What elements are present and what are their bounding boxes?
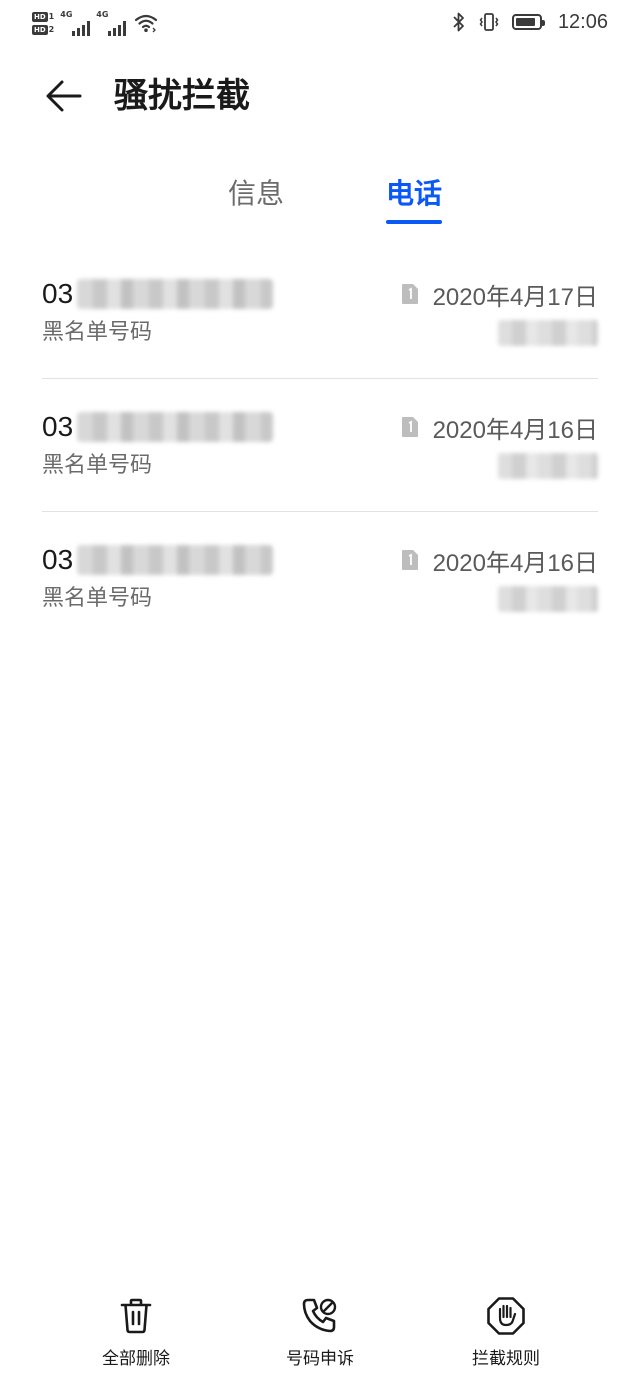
call-date: 2020年4月16日 bbox=[432, 416, 598, 444]
call-type-label: 黑名单号码 bbox=[42, 453, 153, 478]
call-date: 2020年4月17日 bbox=[432, 283, 598, 311]
number-redacted bbox=[77, 545, 274, 575]
sim-1-icon bbox=[401, 549, 419, 571]
delete-all-button[interactable]: 全部删除 bbox=[76, 1296, 196, 1376]
call-time-redacted bbox=[498, 320, 598, 346]
status-bar: HD 1 HD 2 4G 4G 12:06 bbox=[0, 0, 640, 44]
status-time: 12:06 bbox=[557, 10, 608, 33]
number-visible-prefix: 03 bbox=[42, 544, 74, 575]
tab-messages[interactable]: 信息 bbox=[204, 172, 308, 228]
block-rules-label: 拦截规则 bbox=[472, 1349, 540, 1369]
battery-level bbox=[515, 18, 535, 26]
hd-badge-sim2: HD 2 bbox=[32, 24, 54, 35]
call-date: 2020年4月16日 bbox=[432, 549, 598, 577]
hd-sim-number: 2 bbox=[48, 25, 55, 34]
block-rules-button[interactable]: 拦截规则 bbox=[446, 1296, 566, 1376]
network-type-label: 4G bbox=[96, 10, 109, 19]
number-visible-prefix: 03 bbox=[42, 411, 74, 442]
network-sim1: 4G bbox=[60, 10, 91, 36]
call-date-group: 2020年4月16日 bbox=[401, 542, 598, 578]
tab-calls[interactable]: 电话 bbox=[362, 172, 466, 228]
call-type-label: 黑名单号码 bbox=[42, 320, 153, 345]
vibrate-icon bbox=[478, 11, 500, 33]
arrow-left-icon bbox=[44, 79, 84, 113]
call-number: 03 bbox=[42, 276, 274, 312]
sim-1-icon bbox=[401, 283, 419, 305]
wifi-icon bbox=[134, 13, 158, 33]
call-date-group: 2020年4月16日 bbox=[401, 409, 598, 445]
hd-icon: HD bbox=[32, 24, 48, 35]
list-item[interactable]: 03 黑名单号码 2020年4月16日 bbox=[42, 512, 598, 644]
tab-label: 信息 bbox=[227, 177, 284, 210]
list-item[interactable]: 03 黑名单号码 2020年4月17日 bbox=[42, 246, 598, 379]
list-item[interactable]: 03 黑名单号码 2020年4月16日 bbox=[42, 379, 598, 512]
blocked-calls-list: 03 黑名单号码 2020年4月17日 03 黑名单号码 2020年4月16日 … bbox=[42, 246, 598, 644]
signal-strength-icon bbox=[72, 20, 91, 36]
active-tab-indicator bbox=[386, 220, 442, 224]
page-title: 骚扰拦截 bbox=[114, 76, 250, 116]
status-bar-left: HD 1 HD 2 4G 4G bbox=[32, 8, 158, 38]
number-appeal-label: 号码申诉 bbox=[286, 1349, 354, 1369]
status-bar-right: 12:06 bbox=[452, 8, 608, 36]
hd-icon: HD bbox=[32, 11, 48, 22]
delete-all-label: 全部删除 bbox=[102, 1349, 170, 1369]
hd-sim-number: 1 bbox=[48, 12, 55, 21]
bottom-toolbar: 全部删除 号码申诉 拦截规则 bbox=[0, 1296, 640, 1376]
number-appeal-button[interactable]: 号码申诉 bbox=[260, 1296, 380, 1376]
call-number: 03 bbox=[42, 542, 274, 578]
hand-stop-icon bbox=[486, 1296, 526, 1336]
tab-label: 电话 bbox=[385, 177, 442, 210]
call-number: 03 bbox=[42, 409, 274, 445]
call-time-redacted bbox=[498, 586, 598, 612]
hd-badge-sim1: HD 1 bbox=[32, 11, 54, 22]
network-sim2: 4G bbox=[96, 10, 127, 36]
number-redacted bbox=[77, 412, 274, 442]
trash-icon bbox=[116, 1296, 156, 1336]
bluetooth-icon bbox=[452, 11, 466, 33]
phone-blocked-icon bbox=[300, 1296, 340, 1336]
call-time-redacted bbox=[498, 453, 598, 479]
call-type-label: 黑名单号码 bbox=[42, 586, 153, 611]
battery-icon bbox=[511, 14, 545, 30]
back-button[interactable] bbox=[40, 72, 88, 120]
call-date-group: 2020年4月17日 bbox=[401, 276, 598, 312]
network-type-label: 4G bbox=[60, 10, 73, 19]
signal-strength-icon bbox=[108, 20, 127, 36]
number-redacted bbox=[77, 279, 274, 309]
sim-1-icon bbox=[401, 416, 419, 438]
hd-voice-indicators: HD 1 HD 2 bbox=[32, 11, 54, 35]
number-visible-prefix: 03 bbox=[42, 278, 74, 309]
